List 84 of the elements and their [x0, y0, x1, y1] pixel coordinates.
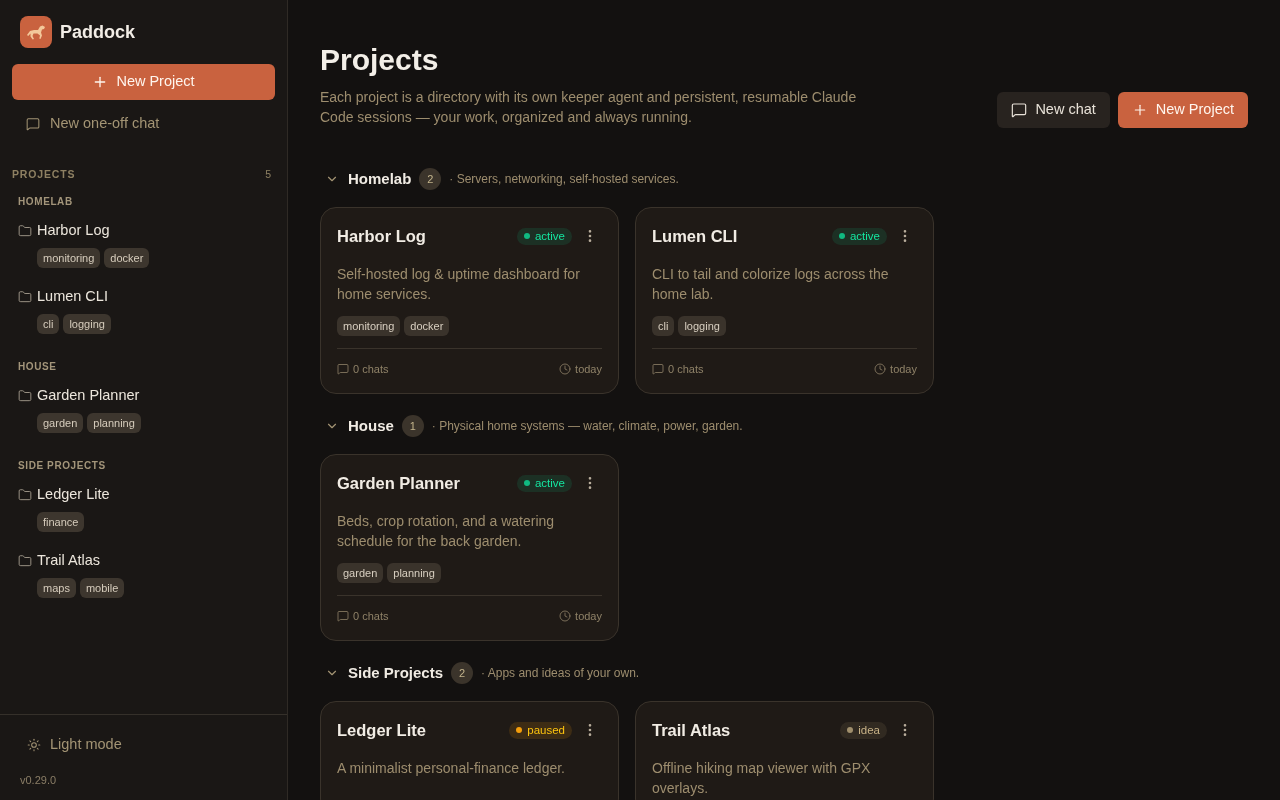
group-label: HOUSE: [18, 360, 57, 374]
project-tag: docker: [404, 316, 450, 336]
status-label: active: [849, 229, 880, 244]
clock-icon: [559, 363, 572, 375]
project-link[interactable]: Ledger Lite: [18, 485, 110, 505]
project-tag: planning: [87, 413, 141, 433]
chat-count: 0 chats: [668, 362, 704, 377]
card-title: Trail Atlas: [652, 720, 732, 741]
chat-count: 0 chats: [353, 609, 389, 624]
group-count: 2: [451, 662, 474, 684]
chat-count: 0 chats: [353, 362, 389, 377]
project-tag: cli: [652, 316, 675, 336]
card-description: Beds, crop rotation, and a watering schedule for the back garden.: [337, 512, 556, 551]
project-tag: cli: [37, 314, 60, 334]
new-chat-button[interactable]: New chat: [997, 92, 1110, 128]
clock-icon: [874, 363, 887, 375]
project-tag: garden: [37, 413, 84, 433]
projects-section-label: PROJECTS: [12, 167, 76, 182]
status-label: active: [534, 229, 565, 244]
card-description: A minimalist personal-finance ledger.: [337, 759, 566, 778]
page-description: Each project is a directory with its own keeper agent and persistent, resumable Claude Code sessions — your work, organized and always running.: [320, 88, 858, 127]
project-card[interactable]: Trail Atlas idea Offline hiking map viewer with GPX overlays.: [635, 701, 934, 800]
project-link[interactable]: Harbor Log: [18, 221, 110, 241]
project-tag: monitoring: [337, 316, 401, 336]
card-description: CLI to tail and colorize logs across the home lab.: [652, 265, 890, 304]
group-label: HOMELAB: [18, 195, 73, 209]
project-tag: logging: [678, 316, 726, 336]
theme-toggle[interactable]: Light mode: [12, 727, 137, 763]
project-link[interactable]: Garden Planner: [18, 386, 140, 406]
group-description: · Apps and ideas of your own.: [481, 665, 640, 682]
new-project-button[interactable]: New Project: [12, 64, 275, 100]
folder-icon: [18, 224, 32, 238]
group-description: · Physical home systems — water, climate, power, garden.: [431, 418, 743, 435]
project-tag: mobile: [79, 578, 125, 598]
clock-icon: [559, 610, 572, 622]
page-title: Projects: [320, 42, 440, 78]
updated-time: today: [575, 609, 602, 624]
project-tag: monitoring: [37, 248, 101, 268]
group-count: 2: [419, 168, 442, 190]
updated-time: today: [890, 362, 917, 377]
project-tag: finance: [37, 512, 85, 532]
group-title: House: [348, 416, 394, 436]
chat-bubble-icon: [652, 363, 664, 375]
project-tag: docker: [104, 248, 150, 268]
chat-bubble-icon: [1011, 102, 1028, 118]
updated-time: today: [575, 362, 602, 377]
horse-logo-icon: [20, 16, 52, 48]
folder-icon: [18, 389, 32, 403]
chat-bubble-icon: [337, 610, 349, 622]
group-count: 1: [401, 415, 424, 437]
folder-icon: [18, 488, 32, 502]
card-description: Self-hosted log & uptime dashboard for home services.: [337, 265, 581, 304]
status-label: paused: [527, 723, 565, 738]
status-label: idea: [858, 723, 880, 738]
app-name: Paddock: [60, 21, 136, 44]
card-description: Offline hiking map viewer with GPX overlays.: [652, 759, 872, 798]
group-title: Homelab: [348, 169, 412, 189]
project-tag: logging: [63, 314, 111, 334]
card-title: Garden Planner: [337, 473, 461, 494]
card-title: Lumen CLI: [652, 226, 739, 247]
project-link[interactable]: Trail Atlas: [18, 551, 101, 571]
project-card[interactable]: Garden Planner active Beds, crop rotation, and a watering schedule for the back garden. garden planning 0 chats today: [320, 454, 619, 641]
projects-count: 5: [265, 167, 271, 182]
group-title: Side Projects: [348, 663, 444, 683]
card-title: Harbor Log: [337, 226, 427, 247]
group-label: SIDE PROJECTS: [18, 459, 106, 473]
new-chat-link[interactable]: New one-off chat: [12, 106, 174, 142]
chat-bubble-icon: [337, 363, 349, 375]
new-project-button[interactable]: New Project: [1117, 92, 1248, 128]
project-tag: maps: [37, 578, 76, 598]
folder-icon: [18, 554, 32, 568]
project-card[interactable]: Lumen CLI active CLI to tail and colorize logs across the home lab. cli logging 0 chats today: [635, 207, 934, 394]
project-card[interactable]: Ledger Lite paused A minimalist personal-finance ledger.: [320, 701, 619, 800]
group-description: · Servers, networking, self-hosted services.: [449, 171, 679, 188]
version-label: v0.29.0: [19, 773, 57, 788]
chat-bubble-icon: [26, 117, 40, 131]
project-tag: garden: [337, 563, 384, 583]
project-link[interactable]: Lumen CLI: [18, 287, 108, 307]
project-tag: planning: [387, 563, 441, 583]
sun-icon: [27, 738, 41, 752]
status-label: active: [534, 476, 565, 491]
card-title: Ledger Lite: [337, 720, 427, 741]
folder-icon: [18, 290, 32, 304]
project-card[interactable]: Harbor Log active Self-hosted log & uptime dashboard for home services. monitoring docker 0 chats today: [320, 207, 619, 394]
